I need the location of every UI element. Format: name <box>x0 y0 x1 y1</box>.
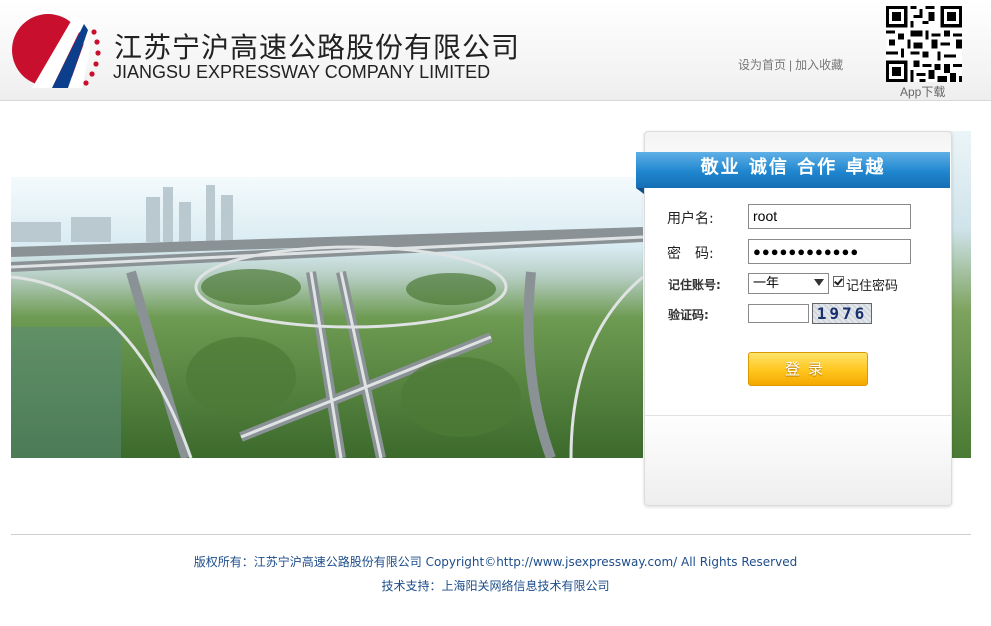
footer-support: 技术支持：上海阳关网络信息技术有限公司 <box>381 579 610 593</box>
app-qr-code[interactable] <box>886 6 962 82</box>
remember-duration-select[interactable]: 一年 <box>748 273 829 294</box>
footer-copyright: 版权所有：江苏宁沪高速公路股份有限公司 Copyright©http://www… <box>193 555 798 569</box>
link-separator: | <box>789 58 793 72</box>
panel-divider <box>645 415 951 416</box>
password-input[interactable]: ●●●●●●●●●●●● <box>748 239 911 264</box>
footer-divider <box>11 534 971 535</box>
company-logo <box>12 14 101 88</box>
remember-password-label[interactable]: 记住密码 <box>846 275 898 294</box>
add-favorite-link[interactable]: 加入收藏 <box>795 58 843 72</box>
banner-edge-image <box>950 131 971 458</box>
company-name-cn: 江苏宁沪高速公路股份有限公司 <box>114 31 521 64</box>
remember-account-label: 记住账号: <box>668 278 721 292</box>
login-button[interactable]: 登录 <box>748 352 868 386</box>
captcha-input[interactable] <box>748 304 809 323</box>
captcha-label: 验证码: <box>668 308 709 322</box>
header: 江苏宁沪高速公路股份有限公司 JIANGSU EXPRESSWAY COMPAN… <box>0 0 991 101</box>
chevron-down-icon <box>814 279 824 286</box>
captcha-image[interactable]: 1976 <box>812 303 872 324</box>
remember-duration-value: 一年 <box>753 276 780 291</box>
username-label: 用户名: <box>667 211 714 227</box>
username-input[interactable]: root <box>748 204 911 229</box>
slogan-text: 敬业 诚信 合作 卓越 <box>700 157 886 178</box>
app-download-label: App下载 <box>900 85 946 99</box>
highway-banner-image <box>11 177 643 458</box>
top-links: 设为首页 | 加入收藏 <box>738 56 843 73</box>
company-name-en: JIANGSU EXPRESSWAY COMPANY LIMITED <box>113 62 491 82</box>
remember-password-checkbox[interactable] <box>833 276 844 287</box>
ribbon-fold <box>636 188 644 194</box>
password-label: 密 码: <box>667 246 714 262</box>
set-homepage-link[interactable]: 设为首页 <box>738 58 786 72</box>
